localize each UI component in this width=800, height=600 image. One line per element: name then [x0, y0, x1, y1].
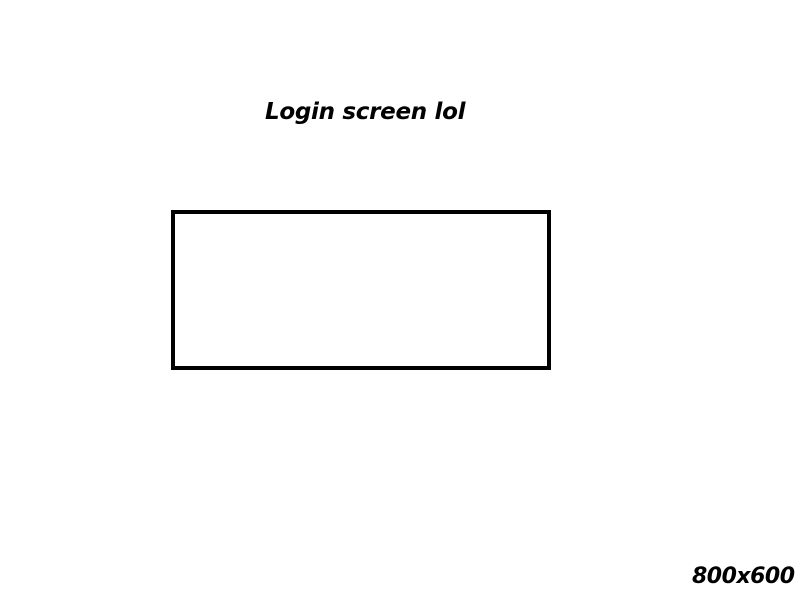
login-screen-mockup: Login screen lol 800x600 [0, 0, 800, 600]
page-title: Login screen lol [265, 99, 466, 125]
screen-size-label: 800x600 [692, 564, 795, 589]
login-form-box[interactable] [171, 210, 551, 370]
